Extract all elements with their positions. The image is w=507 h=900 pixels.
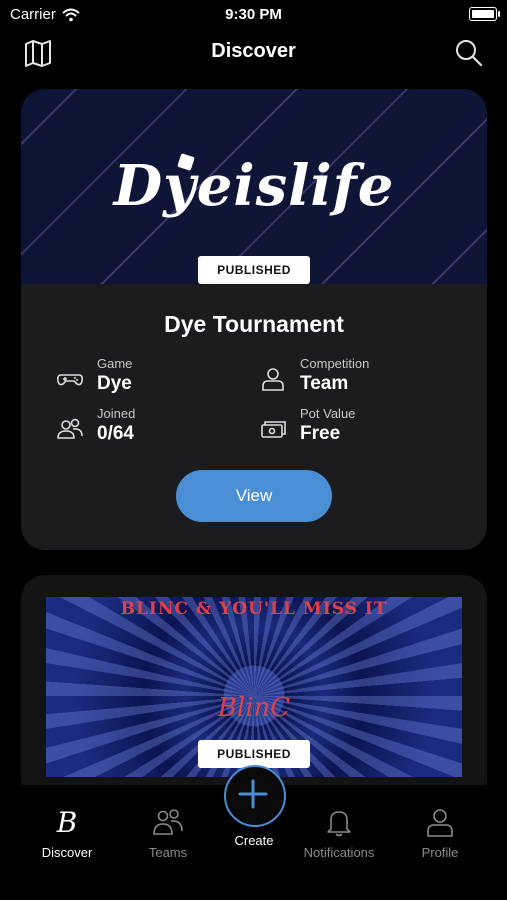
person-icon [262,368,284,391]
profile-icon [427,809,453,837]
status-bar: Carrier 9:30 PM [0,0,507,28]
game-info: Game Dye [55,356,132,395]
status-time: 9:30 PM [225,6,282,23]
gamepad-icon [57,374,83,386]
discover-icon: B [56,806,78,839]
tab-label: Profile [421,845,459,860]
tournament-card[interactable]: Dyeislife PUBLISHED Dye Tournament Game … [21,89,487,550]
group-icon [57,418,83,439]
status-badge: PUBLISHED [198,740,310,768]
competition-label: Competition [300,356,370,371]
view-button[interactable]: View [176,470,332,522]
joined-value: 0/64 [97,423,134,444]
tab-notifications[interactable]: Notifications [289,805,389,860]
status-badge: PUBLISHED [198,256,310,284]
pot-label: Pot Value [300,406,356,421]
svg-text:B: B [56,806,78,839]
tab-teams[interactable]: Teams [118,805,218,860]
joined-info: Joined 0/64 [55,406,135,445]
money-icon [261,421,286,438]
bell-icon [327,811,351,837]
teams-icon [153,809,183,835]
pot-value: Free [300,423,341,444]
pot-info: Pot Value Free [258,406,355,445]
competition-info: Competition Team [258,356,369,395]
top-nav: Discover [0,30,507,76]
page-title: Discover [211,40,296,62]
joined-label: Joined [97,406,136,421]
tournament-title: Dye Tournament [164,311,344,337]
plus-icon [238,779,268,809]
battery-icon [469,7,500,21]
tab-label: Teams [148,845,188,860]
tab-label: Discover [41,845,93,860]
banner-logo: BlinC [217,693,291,723]
competition-value: Team [300,373,349,394]
banner-title: BLINC & YOU'LL MISS IT [120,599,388,619]
tab-bar: B Discover Teams Create Notifications Pr… [0,765,507,900]
banner-logo: Dyeislife [113,153,395,219]
tab-discover[interactable]: B Discover [17,805,117,860]
tab-label: Notifications [303,845,375,860]
search-icon[interactable] [453,38,485,68]
create-button[interactable] [224,765,286,827]
tournament-banner: Dyeislife [21,89,487,284]
tab-profile[interactable]: Profile [390,805,490,860]
game-value: Dye [97,373,132,394]
game-label: Game [97,356,133,371]
